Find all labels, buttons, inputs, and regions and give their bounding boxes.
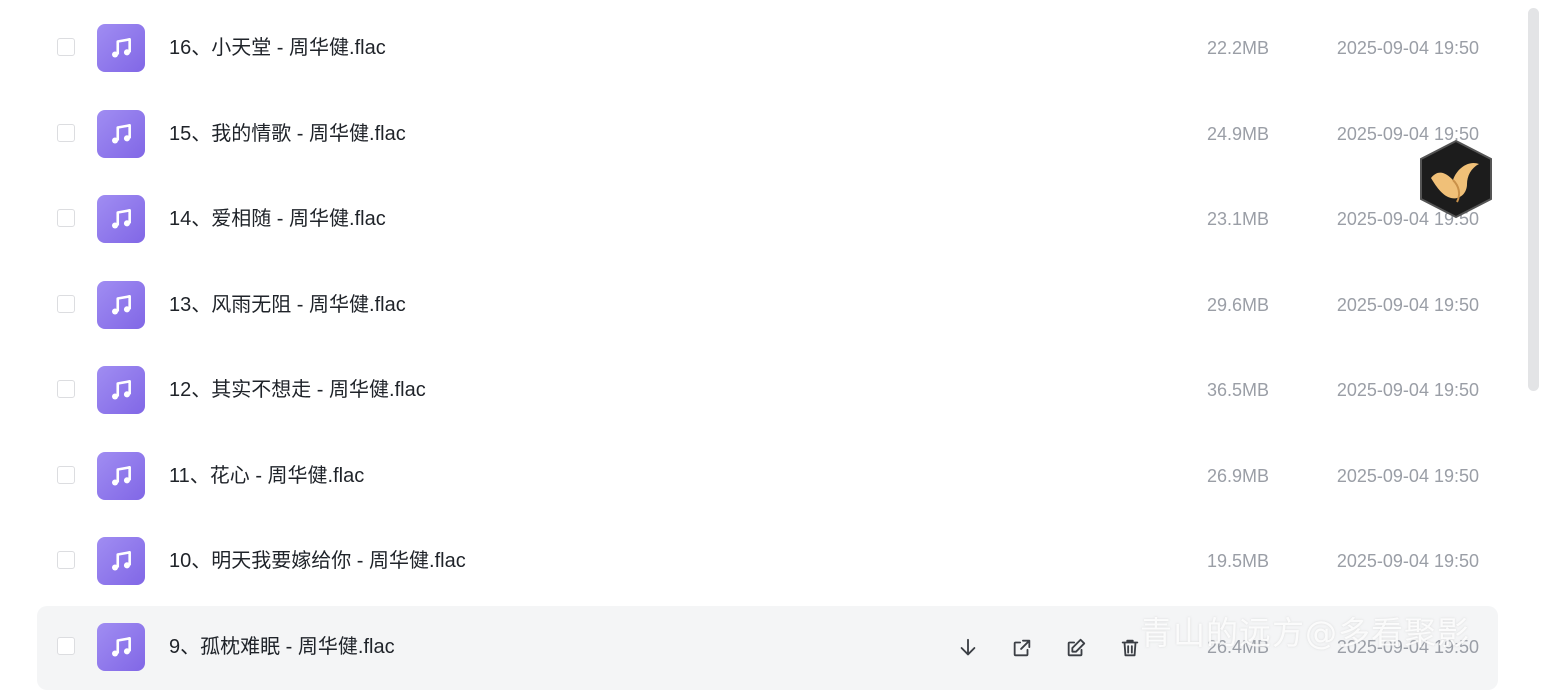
row-actions xyxy=(955,635,1143,661)
file-name[interactable]: 16、小天堂 - 周华健.flac xyxy=(169,37,386,59)
music-note-icon xyxy=(97,623,145,671)
vertical-scrollbar[interactable] xyxy=(1528,8,1539,391)
file-row[interactable]: 10、明天我要嫁给你 - 周华健.flac 19.5MB 2025-09-04 … xyxy=(37,520,1498,604)
share-icon[interactable] xyxy=(1009,635,1035,661)
file-size: 29.6MB xyxy=(1206,295,1269,315)
music-note-icon xyxy=(97,452,145,500)
file-row[interactable]: 14、爱相随 - 周华健.flac 23.1MB 2025-09-04 19:5… xyxy=(37,178,1498,262)
file-name[interactable]: 11、花心 - 周华健.flac xyxy=(169,465,364,487)
file-size: 36.5MB xyxy=(1206,380,1269,400)
file-name[interactable]: 13、风雨无阻 - 周华健.flac xyxy=(169,294,406,316)
bird-logo-icon[interactable] xyxy=(1417,138,1495,220)
file-date: 2025-09-04 19:50 xyxy=(1336,295,1479,315)
file-size: 23.1MB xyxy=(1206,209,1269,229)
file-name[interactable]: 10、明天我要嫁给你 - 周华健.flac xyxy=(169,550,466,572)
row-checkbox[interactable] xyxy=(57,295,75,313)
file-row[interactable]: 11、花心 - 周华健.flac 26.9MB 2025-09-04 19:50 xyxy=(37,435,1498,519)
row-checkbox[interactable] xyxy=(57,466,75,484)
file-row[interactable]: 12、其实不想走 - 周华健.flac 36.5MB 2025-09-04 19… xyxy=(37,349,1498,433)
file-size: 26.9MB xyxy=(1206,466,1269,486)
file-list: 16、小天堂 - 周华健.flac 22.2MB 2025-09-04 19:5… xyxy=(0,0,1543,698)
music-note-icon xyxy=(97,110,145,158)
row-checkbox[interactable] xyxy=(57,380,75,398)
file-name[interactable]: 9、孤枕难眠 - 周华健.flac xyxy=(169,636,395,658)
file-date: 2025-09-04 19:50 xyxy=(1336,380,1479,400)
row-checkbox[interactable] xyxy=(57,209,75,227)
file-date: 2025-09-04 19:50 xyxy=(1336,551,1479,571)
file-date: 2025-09-04 19:50 xyxy=(1336,38,1479,58)
music-note-icon xyxy=(97,366,145,414)
row-checkbox[interactable] xyxy=(57,551,75,569)
file-name[interactable]: 12、其实不想走 - 周华健.flac xyxy=(169,379,426,401)
file-row[interactable]: 15、我的情歌 - 周华健.flac 24.9MB 2025-09-04 19:… xyxy=(37,93,1498,177)
music-note-icon xyxy=(97,281,145,329)
row-checkbox[interactable] xyxy=(57,38,75,56)
file-size: 19.5MB xyxy=(1206,551,1269,571)
file-name[interactable]: 15、我的情歌 - 周华健.flac xyxy=(169,123,406,145)
edit-icon[interactable] xyxy=(1063,635,1089,661)
file-row[interactable]: 16、小天堂 - 周华健.flac 22.2MB 2025-09-04 19:5… xyxy=(37,7,1498,91)
music-note-icon xyxy=(97,195,145,243)
music-note-icon xyxy=(97,24,145,72)
download-icon[interactable] xyxy=(955,635,981,661)
file-name[interactable]: 14、爱相随 - 周华健.flac xyxy=(169,208,386,230)
file-size: 22.2MB xyxy=(1206,38,1269,58)
music-note-icon xyxy=(97,537,145,585)
file-date: 2025-09-04 19:50 xyxy=(1336,466,1479,486)
row-checkbox[interactable] xyxy=(57,124,75,142)
file-size: 24.9MB xyxy=(1206,124,1269,144)
file-row[interactable]: 13、风雨无阻 - 周华健.flac 29.6MB 2025-09-04 19:… xyxy=(37,264,1498,348)
watermark-text: 青山的远方@多看聚影 xyxy=(1140,614,1471,652)
row-checkbox[interactable] xyxy=(57,637,75,655)
